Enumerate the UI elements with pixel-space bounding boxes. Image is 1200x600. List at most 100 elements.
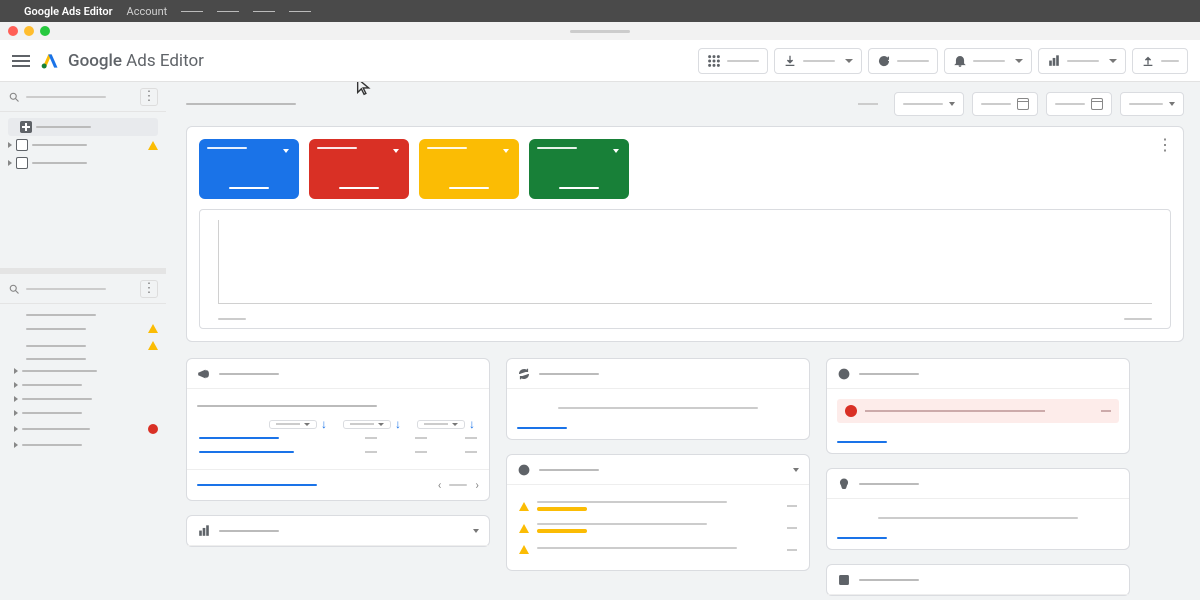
calendar-icon [1091,98,1103,110]
date-range-start[interactable] [972,92,1038,116]
grid-icon [707,54,721,68]
nav-item[interactable] [10,438,162,452]
scorecard[interactable] [419,139,519,199]
sync-icon [517,367,531,381]
date-range-end[interactable] [1046,92,1112,116]
toolbar-upload-button[interactable] [1132,48,1188,74]
action-link[interactable] [837,537,887,539]
warning-icon [519,502,529,511]
recommendations-card [826,468,1130,550]
more-icon[interactable]: ⋮ [140,88,158,106]
app-title: Google Ads Editor [68,51,204,71]
bell-icon [953,54,967,68]
breadcrumb [186,103,296,105]
chevron-right-icon[interactable]: › [475,478,479,492]
chevron-down-icon[interactable] [793,468,799,472]
megaphone-icon [197,367,211,381]
menubar-app-name[interactable]: Google Ads Editor [24,5,113,18]
nav-item[interactable] [10,354,162,364]
more-icon[interactable]: ⋮ [140,280,158,298]
nav-item[interactable] [10,337,162,354]
list-item[interactable] [517,495,799,517]
chevron-right-icon [14,382,18,388]
menubar-item[interactable] [289,11,311,12]
scorecard[interactable] [309,139,409,199]
upload-icon [1141,54,1155,68]
arrow-down-icon: ↓ [395,417,401,431]
error-banner[interactable] [837,399,1119,423]
window-close-icon[interactable] [8,26,18,36]
chevron-right-icon [14,426,18,432]
chevron-down-icon [1169,102,1175,106]
toolbar-notifications-button[interactable] [944,48,1032,74]
view-all-link[interactable] [197,484,317,486]
menubar-item[interactable] [181,11,203,12]
chevron-down-icon [1109,59,1117,63]
warning-icon [148,324,158,333]
trend-chart [199,209,1171,329]
tree-item[interactable] [8,136,158,154]
nav-item[interactable] [10,392,162,406]
nav-item[interactable] [10,320,162,337]
pager[interactable]: ‹› [438,478,479,492]
chevron-right-icon [14,410,18,416]
table-row[interactable] [197,445,479,459]
action-link[interactable] [517,427,567,429]
overview-panel: ⋮ [186,126,1184,342]
toolbar-grid-button[interactable] [698,48,768,74]
tree-item[interactable] [8,118,158,136]
sync-card [506,358,810,440]
warning-icon [148,141,158,150]
tree-item[interactable] [8,154,158,172]
mac-menubar: Google Ads Editor Account [0,0,1200,22]
menubar-item[interactable] [217,11,239,12]
hamburger-icon[interactable] [12,52,30,70]
nav-item[interactable] [10,420,162,438]
chevron-down-icon [283,149,289,153]
search-icon [8,283,20,295]
list-item[interactable] [517,517,799,539]
sidebar-account-search[interactable]: ⋮ [0,82,166,112]
chevron-left-icon[interactable]: ‹ [438,478,442,492]
action-link[interactable] [837,441,887,443]
nav-item[interactable] [10,406,162,420]
scorecard[interactable] [529,139,629,199]
list-item[interactable] [517,539,799,560]
app-header: Google Ads Editor [0,40,1200,82]
scorecards-row [199,139,1171,199]
filter-dropdown[interactable] [894,92,964,116]
chevron-down-icon [503,149,509,153]
toolbar-stats-button[interactable] [1038,48,1126,74]
download-icon [783,54,797,68]
chevron-down-icon [845,59,853,63]
window-zoom-icon[interactable] [40,26,50,36]
table-row[interactable] [197,431,479,445]
toolbar-download-button[interactable] [774,48,862,74]
nav-item[interactable] [10,310,162,320]
menubar-item-account[interactable]: Account [127,5,168,18]
panel-more-icon[interactable]: ⋮ [1157,135,1173,154]
cards-grid: ↓ ↓ ↓ ‹› [186,358,1184,596]
alerts-card [506,454,810,571]
nav-item[interactable] [10,378,162,392]
nav-item[interactable] [10,364,162,378]
note-icon [837,573,851,587]
account-icon [16,157,28,169]
main-panel: ⋮ ↓ [166,82,1200,600]
campaigns-card: ↓ ↓ ↓ ‹› [186,358,490,501]
scorecard[interactable] [199,139,299,199]
window-minimize-icon[interactable] [24,26,34,36]
sort-column[interactable]: ↓ [343,417,401,431]
sort-column[interactable]: ↓ [269,417,327,431]
account-icon [16,139,28,151]
sort-column[interactable]: ↓ [417,417,475,431]
chevron-right-icon [8,160,12,166]
toolbar-refresh-button[interactable] [868,48,938,74]
compare-dropdown[interactable] [1120,92,1184,116]
bar-chart-icon [1047,54,1061,68]
chevron-down-icon [613,149,619,153]
sidebar-type-search[interactable]: ⋮ [0,274,166,304]
chevron-down-icon[interactable] [473,529,479,533]
app-logo: Google Ads Editor [40,51,204,71]
menubar-item[interactable] [253,11,275,12]
